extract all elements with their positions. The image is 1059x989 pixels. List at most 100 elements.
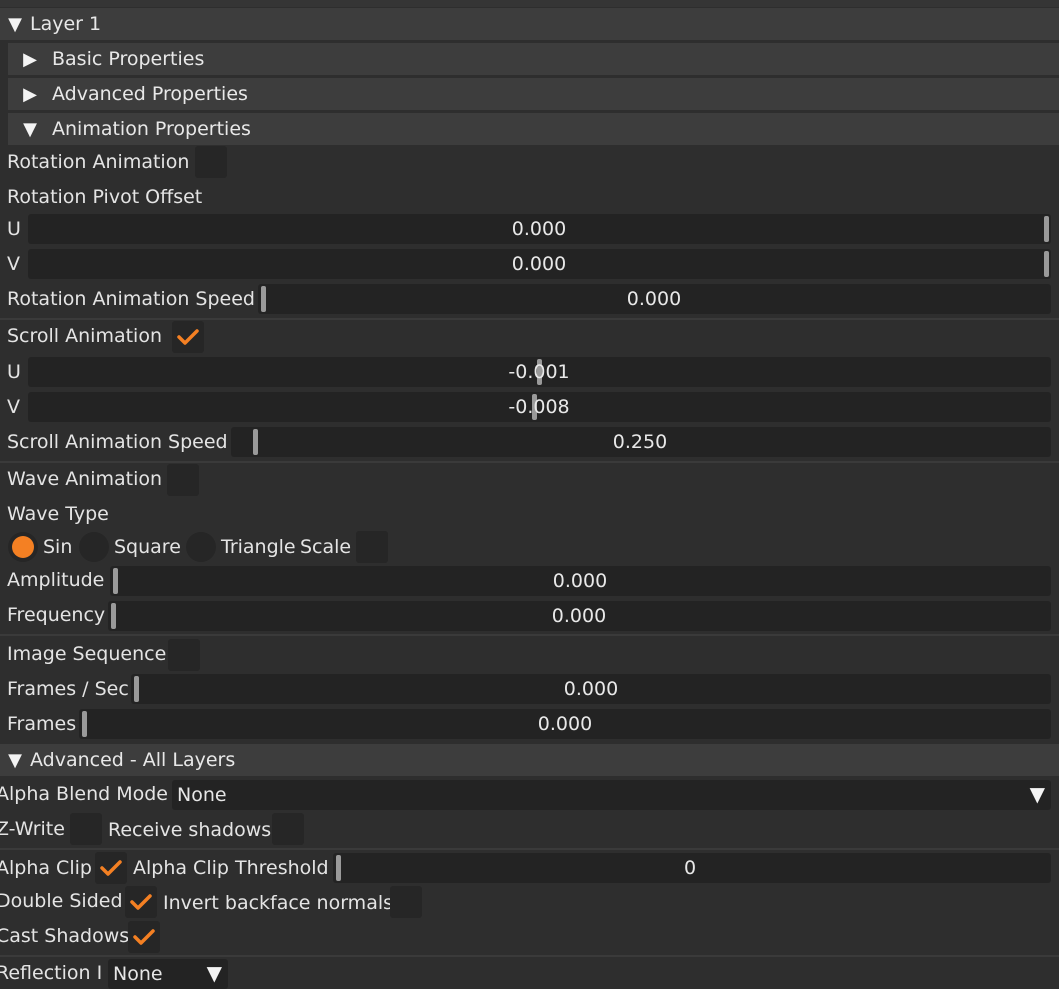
- cast-shadows-checkbox[interactable]: [128, 921, 160, 953]
- dropdown-arrow-icon: ▼: [206, 961, 222, 985]
- animation-properties-header[interactable]: ▼ Animation Properties: [8, 113, 1059, 145]
- layer-title: Layer 1: [30, 13, 102, 35]
- basic-properties-header[interactable]: ▶ Basic Properties: [8, 43, 1059, 75]
- checkmark-icon: [100, 860, 122, 876]
- frequency-slider[interactable]: 0.000: [108, 601, 1051, 631]
- slider-handle[interactable]: [1044, 216, 1049, 242]
- rotation-v-label: V: [7, 253, 20, 275]
- advanced-properties-label: Advanced Properties: [52, 83, 248, 105]
- receive-shadows-label: Receive shadows: [108, 819, 272, 841]
- slider-handle[interactable]: [253, 429, 258, 455]
- rotation-speed-value: 0.000: [626, 288, 682, 310]
- scroll-v-slider[interactable]: -0.008: [28, 392, 1051, 422]
- wave-type-label: Wave Type: [7, 503, 109, 525]
- rotation-v-slider[interactable]: 0.000: [28, 249, 1051, 279]
- wave-scale-checkbox[interactable]: [356, 531, 388, 563]
- divider: [0, 634, 1059, 636]
- z-write-checkbox[interactable]: [70, 813, 102, 845]
- slider-handle[interactable]: [134, 676, 139, 702]
- checkmark-icon: [177, 329, 199, 345]
- rotation-speed-slider[interactable]: 0.000: [258, 284, 1051, 314]
- advanced-properties-header[interactable]: ▶ Advanced Properties: [8, 78, 1059, 110]
- slider-handle[interactable]: [113, 568, 118, 594]
- slider-handle[interactable]: [261, 286, 266, 312]
- image-sequence-label: Image Sequence: [7, 643, 167, 665]
- wave-animation-label: Wave Animation: [7, 468, 163, 490]
- divider: [0, 461, 1059, 463]
- frequency-value: 0.000: [551, 605, 607, 627]
- amplitude-label: Amplitude: [7, 569, 105, 591]
- rotation-speed-label: Rotation Animation Speed: [7, 288, 255, 310]
- alpha-clip-threshold-slider[interactable]: 0: [333, 853, 1051, 883]
- slider-handle[interactable]: [111, 603, 116, 629]
- reflection-select[interactable]: None ▼: [108, 959, 228, 989]
- alpha-clip-threshold-label: Alpha Clip Threshold: [133, 857, 329, 879]
- rotation-u-value: 0.000: [511, 218, 567, 240]
- rotation-u-slider[interactable]: 0.000: [28, 214, 1051, 244]
- wave-triangle-radio[interactable]: [186, 532, 216, 562]
- scroll-u-value: -0.001: [508, 361, 570, 383]
- alpha-blend-mode-value: None: [177, 784, 227, 806]
- amplitude-value: 0.000: [552, 570, 608, 592]
- invert-backface-normals-checkbox[interactable]: [390, 886, 422, 918]
- triangle-right-icon: ▶: [23, 83, 37, 105]
- double-sided-checkbox[interactable]: [125, 886, 157, 918]
- rotation-v-value: 0.000: [511, 253, 567, 275]
- alpha-clip-checkbox[interactable]: [95, 852, 127, 884]
- advanced-all-layers-label: Advanced - All Layers: [30, 749, 236, 771]
- scroll-u-label: U: [7, 361, 21, 383]
- alpha-clip-threshold-value: 0: [683, 857, 697, 879]
- scroll-animation-label: Scroll Animation: [7, 325, 162, 347]
- wave-sin-label: Sin: [43, 536, 73, 558]
- checkmark-icon: [130, 894, 152, 910]
- receive-shadows-checkbox[interactable]: [272, 813, 304, 845]
- slider-handle[interactable]: [1044, 251, 1049, 277]
- wave-scale-label: Scale: [300, 536, 352, 558]
- triangle-down-icon: ▼: [23, 118, 37, 140]
- frames-per-sec-value: 0.000: [563, 678, 619, 700]
- alpha-clip-label: Alpha Clip: [0, 857, 92, 879]
- image-sequence-checkbox[interactable]: [168, 639, 200, 671]
- rotation-u-label: U: [7, 218, 21, 240]
- triangle-down-icon: ▼: [8, 749, 22, 771]
- amplitude-slider[interactable]: 0.000: [110, 566, 1051, 596]
- wave-sin-radio[interactable]: [8, 532, 38, 562]
- frames-per-sec-slider[interactable]: 0.000: [131, 674, 1051, 704]
- invert-backface-normals-label: Invert backface normals: [163, 892, 394, 914]
- basic-properties-label: Basic Properties: [52, 48, 205, 70]
- scroll-speed-value: 0.250: [612, 431, 668, 453]
- layer-1-header[interactable]: ▼ Layer 1: [0, 8, 1059, 40]
- alpha-blend-mode-select[interactable]: None ▼: [172, 780, 1051, 810]
- reflection-value: None: [113, 963, 163, 985]
- rotation-animation-checkbox[interactable]: [195, 146, 227, 178]
- z-write-label: Z-Write: [0, 818, 65, 840]
- wave-animation-checkbox[interactable]: [167, 464, 199, 496]
- divider: [0, 955, 1059, 957]
- frames-slider[interactable]: 0.000: [79, 709, 1051, 739]
- frames-per-sec-label: Frames / Sec: [7, 678, 129, 700]
- animation-properties-label: Animation Properties: [52, 118, 251, 140]
- scroll-u-slider[interactable]: -0.001: [28, 357, 1051, 387]
- cast-shadows-label: Cast Shadows: [0, 925, 130, 947]
- triangle-down-icon: ▼: [8, 13, 22, 35]
- wave-square-radio[interactable]: [79, 532, 109, 562]
- slider-handle[interactable]: [82, 711, 87, 737]
- dropdown-arrow-icon: ▼: [1029, 782, 1045, 806]
- rotation-pivot-offset-label: Rotation Pivot Offset: [7, 186, 203, 208]
- frequency-label: Frequency: [7, 604, 106, 626]
- scroll-v-value: -0.008: [508, 396, 570, 418]
- slider-handle[interactable]: [336, 855, 341, 881]
- top-strip: [0, 0, 1059, 7]
- frames-value: 0.000: [537, 713, 593, 735]
- alpha-blend-mode-label: Alpha Blend Mode: [0, 783, 168, 805]
- advanced-all-layers-header[interactable]: ▼ Advanced - All Layers: [0, 744, 1059, 776]
- reflection-label: Reflection I: [0, 962, 103, 984]
- frames-label: Frames: [7, 713, 77, 735]
- scroll-animation-checkbox[interactable]: [172, 321, 204, 353]
- wave-square-label: Square: [114, 536, 181, 558]
- double-sided-label: Double Sided: [0, 890, 123, 912]
- scroll-speed-slider[interactable]: 0.250: [231, 427, 1051, 457]
- triangle-right-icon: ▶: [23, 48, 37, 70]
- checkmark-icon: [133, 929, 155, 945]
- rotation-animation-label: Rotation Animation: [7, 151, 190, 173]
